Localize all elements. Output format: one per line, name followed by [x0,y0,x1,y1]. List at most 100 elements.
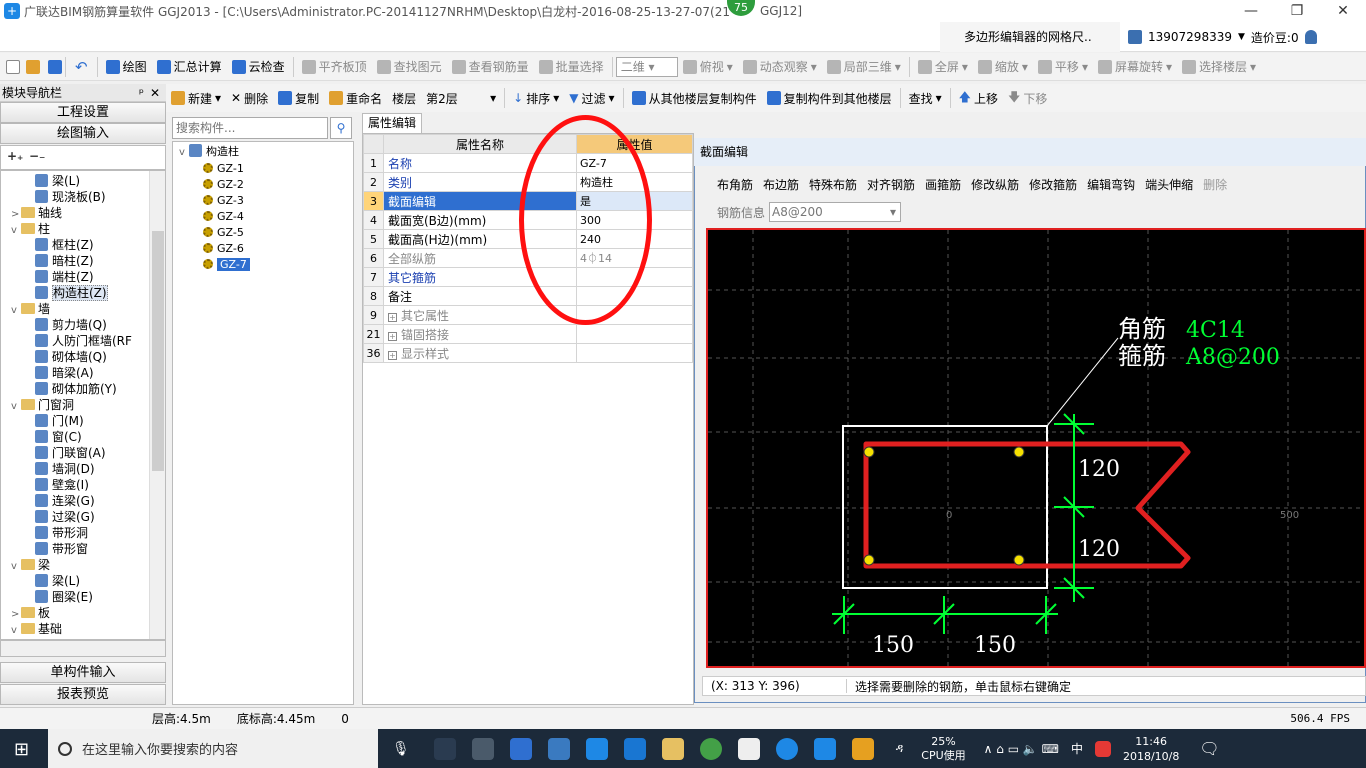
search-icon[interactable]: ⚲ [330,117,352,139]
component-item[interactable]: GZ-4 [203,209,244,225]
nav-folder[interactable]: v 基础 [11,621,62,637]
nav-item[interactable]: 暗梁(A) [35,365,94,381]
component-search-input[interactable] [172,117,328,139]
close-button[interactable]: ✕ [1320,0,1366,22]
stirrup-rebar[interactable] [863,441,1191,569]
nav-item[interactable]: 窗(C) [35,429,82,445]
chevron-icon[interactable]: v [11,623,21,639]
bell-icon[interactable] [1304,30,1317,44]
attr-row[interactable]: 9 + 其它属性 [363,305,693,325]
nav-folder[interactable]: v柱 [11,221,50,237]
section-canvas[interactable]: 0 500 角筋 4C14 箍筋 A8@200 120 120 150 150 [706,228,1366,668]
nav-item[interactable]: 构造柱(Z) [35,285,108,301]
toolbar-rebar-button[interactable]: 查看钢筋量 [447,55,534,79]
project-settings-button[interactable]: 工程设置 [0,102,166,123]
restore-button[interactable]: ❐ [1274,0,1320,22]
section-tool-9[interactable]: 删除 [1198,176,1232,193]
rebar-info-select[interactable]: A8@200 ▾ [769,202,902,222]
toolbar-rotate-button[interactable]: 屏幕旋转 ▾ [1093,55,1177,79]
nav-item[interactable]: 砌体墙(Q) [35,349,107,365]
ime-indicator[interactable]: 中 [1071,740,1083,757]
drawing-input-button[interactable]: 绘图输入 [0,123,166,144]
component-item[interactable]: GZ-2 [203,177,244,193]
view-mode-select[interactable]: 二维 ▾ [615,56,678,77]
report-preview-button[interactable]: 报表预览 [0,684,166,705]
toolbar-top-view-button[interactable]: 俯视 ▾ [678,55,738,79]
price-bean[interactable]: 造价豆:0 [1251,29,1299,46]
nav-item[interactable]: 现浇板(B) [35,189,106,205]
toolbar-align-button[interactable]: 平齐板顶 [297,55,372,79]
chevron-icon[interactable]: v [11,399,21,415]
toolbar-orbit-button[interactable]: 动态观察 ▾ [738,55,822,79]
nav-item[interactable]: 壁龛(I) [35,477,89,493]
nav-item[interactable]: 端柱(Z) [35,269,94,285]
undo-icon[interactable]: ↶ [69,58,94,76]
toolbar-find-button[interactable]: 查找图元 [372,55,447,79]
cpu-usage[interactable]: 25% CPU使用 [921,735,965,763]
expand-icon[interactable]: + [388,350,397,360]
toolbar-zoom-button[interactable]: 缩放 ▾ [973,55,1033,79]
nav-item[interactable]: 圈梁(E) [35,589,93,605]
toolbar-sigma-button[interactable]: 汇总计算 [152,55,227,79]
rename-button[interactable]: 重命名 [324,86,387,110]
app-green-icon[interactable] [699,737,722,760]
find-button[interactable]: 查找 ▾ [904,86,947,110]
nav-item[interactable]: 门(M) [35,413,84,429]
nav-item[interactable]: 剪力墙(Q) [35,317,107,333]
nav-tree-scrollbar[interactable] [149,171,165,639]
minimize-button[interactable]: — [1228,0,1274,22]
nav-item[interactable]: 带形洞 [35,525,88,541]
section-tool-8[interactable]: 端头伸缩 [1140,176,1198,193]
component-item[interactable]: GZ-3 [203,193,244,209]
chevron-down-icon[interactable]: ▼ [1238,32,1245,42]
copy-to-floor-button[interactable]: 复制构件到其他楼层 [762,86,897,110]
nav-folder[interactable]: v墙 [11,301,50,317]
corner-bar-2[interactable] [1013,446,1025,458]
floor-select[interactable]: 第2层 ▾ [421,86,501,110]
new-button[interactable]: 新建 ▾ [166,86,226,110]
mail-icon[interactable] [737,737,760,760]
nav-item[interactable]: 砌体加筋(Y) [35,381,117,397]
toolbar-3d-button[interactable]: 局部三维 ▾ [822,55,906,79]
windows-start-icon[interactable]: ⊞ [14,739,29,760]
nav-item[interactable]: 连梁(G) [35,493,95,509]
collapse-all-icon[interactable]: −₋ [29,149,45,163]
section-tool-1[interactable]: 布边筋 [758,176,804,193]
expand-icon[interactable]: + [388,331,397,341]
component-item[interactable]: GZ-1 [203,161,244,177]
sort-button[interactable]: ↓ 排序 ▾ [508,86,564,110]
expand-icon[interactable]: + [388,312,397,322]
move-up-button[interactable]: 🡅 上移 [954,86,1003,110]
close-icon[interactable]: ✕ [150,84,160,102]
task-view-icon[interactable] [433,737,456,760]
section-tool-4[interactable]: 画箍筋 [920,176,966,193]
taskbar-search[interactable]: 在这里输入你要搜索的内容 [48,729,378,768]
ggj-app-icon[interactable] [813,737,836,760]
single-input-button[interactable]: 单构件输入 [0,662,166,683]
nav-item[interactable]: 墙洞(D) [35,461,95,477]
ie-icon[interactable] [623,737,646,760]
corner-bar-3[interactable] [863,554,875,566]
section-tool-0[interactable]: 布角筋 [712,176,758,193]
component-tree-root[interactable]: v 构造柱 [179,144,239,160]
section-tool-3[interactable]: 对齐钢筋 [862,176,920,193]
nav-item[interactable]: 框柱(Z) [35,237,94,253]
component-item[interactable]: GZ-5 [203,225,244,241]
copy-button[interactable]: 复制 [273,86,324,110]
microphone-icon[interactable]: 🎙 [392,741,410,757]
section-tool-5[interactable]: 修改纵筋 [966,176,1024,193]
attr-row[interactable]: 36 + 显示样式 [363,343,693,363]
tray-icons[interactable]: ∧ ⌂ ▭ 🔈 ⌨ [984,742,1059,756]
copy-from-floor-button[interactable]: 从其他楼层复制构件 [627,86,762,110]
toolbar-pan-button[interactable]: 平移 ▾ [1033,55,1093,79]
nav-item[interactable]: 门联窗(A) [35,445,106,461]
section-tool-7[interactable]: 编辑弯钩 [1082,176,1140,193]
app-g-icon[interactable] [775,737,798,760]
nav-item[interactable]: 暗柱(Z) [35,253,94,269]
attr-row[interactable]: 8 备注 [363,286,693,306]
sogou-ime-icon[interactable] [1094,740,1111,757]
toolbar-fullscreen-button[interactable]: 全屏 ▾ [913,55,973,79]
ie-browser-icon[interactable] [509,737,532,760]
toolbar-select-button[interactable]: 批量选择 [534,55,609,79]
nav-item[interactable]: 带形窗 [35,541,88,557]
